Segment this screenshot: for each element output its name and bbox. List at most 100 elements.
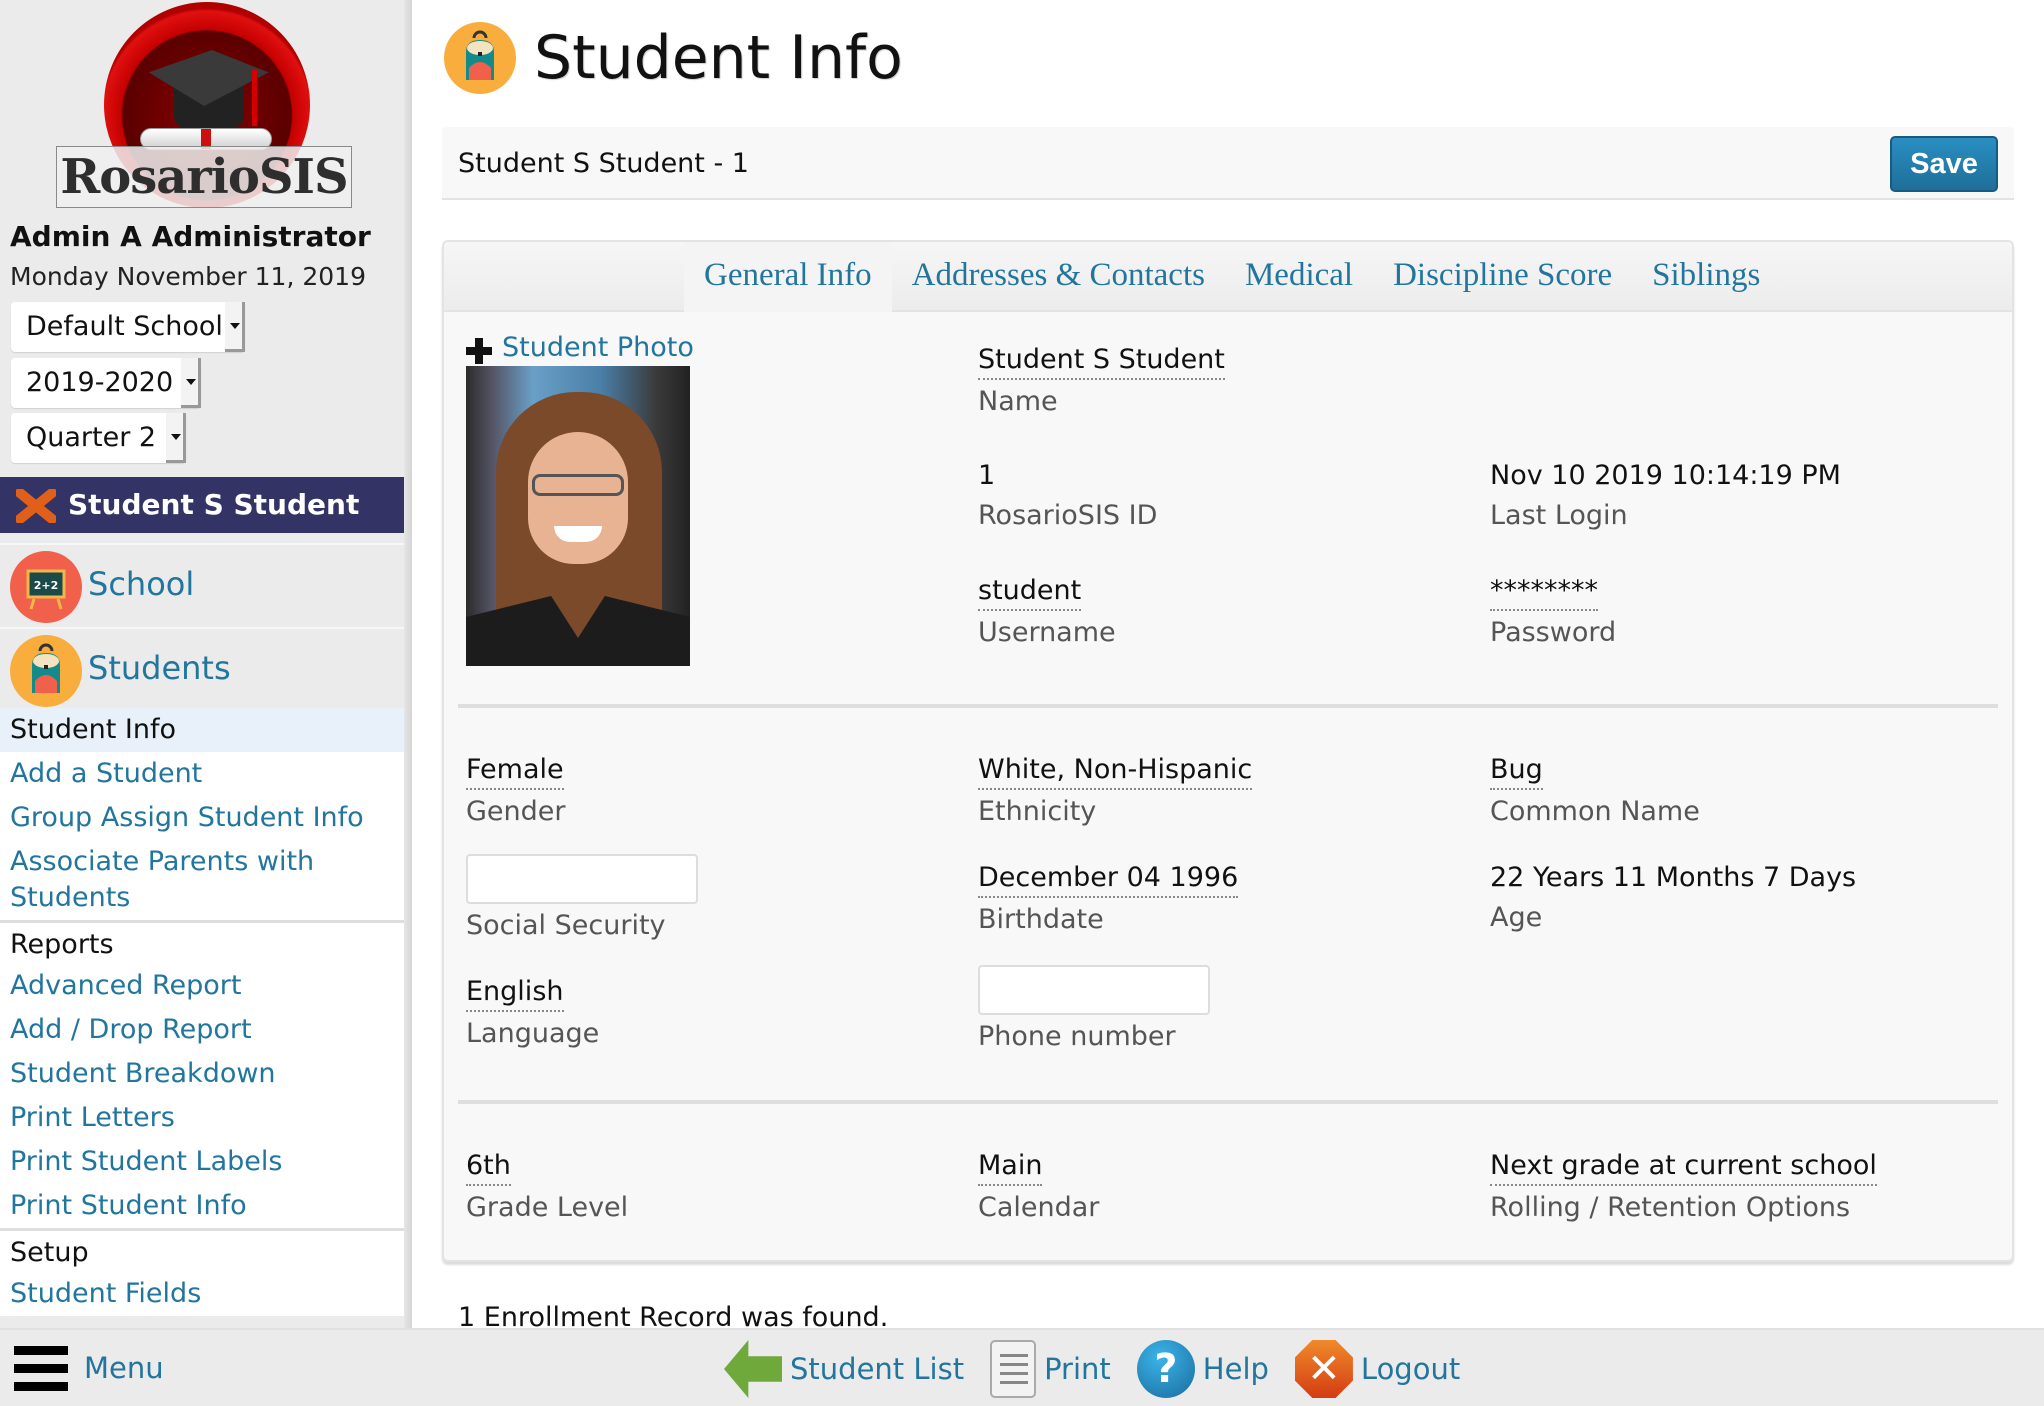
marking-period-select[interactable]: Quarter 2 (11, 413, 186, 463)
student-photo-link-label: Student Photo (502, 332, 694, 363)
sidebar: RosarioSIS Admin A Administrator Monday … (0, 0, 412, 1328)
submenu-add-drop-report[interactable]: Add / Drop Report (0, 1008, 410, 1052)
field-last-login-value: Nov 10 2019 10:14:19 PM (1490, 460, 1841, 491)
help-link[interactable]: ? Help (1136, 1340, 1269, 1398)
field-gender-label: Gender (466, 796, 566, 827)
field-language-value[interactable]: English (466, 974, 564, 1012)
field-calendar-value[interactable]: Main (978, 1148, 1043, 1186)
rosariosis-logo[interactable]: RosarioSIS (56, 0, 354, 210)
field-name-value[interactable]: Student S Student (978, 342, 1225, 380)
field-grade-level-value[interactable]: 6th (466, 1148, 511, 1186)
submenu-print-student-labels[interactable]: Print Student Labels (0, 1140, 410, 1184)
school-year-select[interactable]: 2019-2020 (11, 358, 201, 408)
field-last-login: Nov 10 2019 10:14:19 PM Last Login (1490, 458, 1841, 536)
section-divider (458, 1100, 1998, 1104)
logo-wordmark: RosarioSIS (56, 146, 352, 208)
tassel-icon (252, 70, 257, 126)
field-username-value[interactable]: student (978, 573, 1082, 611)
school-select[interactable]: Default School (11, 302, 245, 352)
field-social-security-label: Social Security (466, 910, 666, 941)
field-last-login-label: Last Login (1490, 500, 1628, 531)
sidebar-module-label: School (88, 565, 195, 603)
field-rosario-id-value: 1 (978, 460, 996, 491)
phone-number-input[interactable] (978, 965, 1210, 1015)
field-rosario-id-label: RosarioSIS ID (978, 500, 1158, 531)
user-name: Admin A Administrator (10, 220, 371, 253)
current-student-bar: Student S Student (0, 477, 410, 533)
social-security-input[interactable] (466, 854, 698, 904)
submenu-group-assign-student-info[interactable]: Group Assign Student Info (0, 796, 410, 840)
logout-icon: ✕ (1294, 1340, 1353, 1398)
footer-links: Student List Print ? Help ✕ Logout (724, 1340, 1486, 1398)
menu-button[interactable]: Menu (14, 1344, 164, 1394)
save-button[interactable]: Save (1890, 136, 1998, 192)
student-header: Student S Student - 1 (458, 148, 749, 179)
close-icon[interactable] (16, 489, 56, 523)
school-select-value: Default School (26, 311, 223, 342)
field-rolling-options: Next grade at current school Rolling / R… (1490, 1148, 1877, 1228)
tab-general-info[interactable]: General Info (684, 242, 892, 312)
field-ethnicity-value[interactable]: White, Non-Hispanic (978, 752, 1253, 790)
tab-discipline-score[interactable]: Discipline Score (1373, 242, 1632, 312)
students-submenu: Student Info Add a Student Group Assign … (0, 708, 410, 1316)
sidebar-module-school[interactable]: 2+2 School (0, 543, 410, 623)
chevron-down-icon (166, 413, 186, 463)
school-year-select-value: 2019-2020 (26, 367, 174, 398)
logout-link[interactable]: ✕ Logout (1294, 1340, 1461, 1398)
field-rolling-options-label: Rolling / Retention Options (1490, 1192, 1851, 1223)
field-common-name-value[interactable]: Bug (1490, 752, 1543, 790)
field-name: Student S Student Name (978, 342, 1225, 422)
submenu-heading-reports: Reports (0, 920, 410, 964)
field-age: 22 Years 11 Months 7 Days Age (1490, 860, 1856, 938)
field-grade-level: 6th Grade Level (466, 1148, 628, 1228)
field-common-name-label: Common Name (1490, 796, 1700, 827)
submenu-print-student-info[interactable]: Print Student Info (0, 1184, 410, 1228)
photo-face (528, 432, 628, 564)
field-phone-label: Phone number (978, 1021, 1176, 1052)
field-gender: Female Gender (466, 752, 566, 832)
field-ethnicity: White, Non-Hispanic Ethnicity (978, 752, 1253, 832)
print-link[interactable]: Print (990, 1340, 1111, 1398)
field-age-label: Age (1490, 902, 1543, 933)
tab-siblings[interactable]: Siblings (1632, 242, 1780, 312)
field-name-label: Name (978, 386, 1058, 417)
logout-label: Logout (1360, 1352, 1461, 1386)
submenu-student-fields[interactable]: Student Fields (0, 1272, 410, 1316)
field-birthdate: December 04 1996 Birthdate (978, 860, 1239, 940)
svg-text:2+2: 2+2 (34, 579, 59, 592)
help-label: Help (1202, 1352, 1269, 1386)
chalkboard-icon: 2+2 (10, 551, 82, 623)
submenu-advanced-report[interactable]: Advanced Report (0, 964, 410, 1008)
sidebar-module-students[interactable]: Students (0, 627, 410, 707)
submenu-student-info[interactable]: Student Info (0, 708, 410, 752)
submenu-associate-parents[interactable]: Associate Parents with Students (0, 840, 330, 920)
backpack-icon (10, 635, 82, 707)
tab-addresses-contacts[interactable]: Addresses & Contacts (892, 242, 1225, 312)
current-date: Monday November 11, 2019 (10, 262, 366, 291)
field-rolling-options-value[interactable]: Next grade at current school (1490, 1148, 1877, 1186)
student-photo (466, 366, 690, 666)
page-title: Student Info (444, 18, 903, 98)
print-icon (990, 1340, 1037, 1398)
back-arrow-icon (724, 1340, 782, 1398)
field-password: ******** Password (1490, 573, 1616, 653)
submenu-student-breakdown[interactable]: Student Breakdown (0, 1052, 410, 1096)
student-list-link[interactable]: Student List (724, 1340, 964, 1398)
plus-icon (466, 338, 492, 364)
field-password-value[interactable]: ******** (1490, 573, 1598, 611)
marking-period-select-value: Quarter 2 (26, 422, 157, 453)
field-birthdate-value[interactable]: December 04 1996 (978, 860, 1239, 898)
submenu-heading-setup: Setup (0, 1228, 410, 1272)
tab-medical[interactable]: Medical (1225, 242, 1373, 312)
field-language: English Language (466, 974, 599, 1054)
student-photo-link[interactable]: Student Photo (466, 332, 694, 364)
field-gender-value[interactable]: Female (466, 752, 564, 790)
field-password-label: Password (1490, 617, 1617, 648)
submenu-add-a-student[interactable]: Add a Student (0, 752, 410, 796)
field-age-value: 22 Years 11 Months 7 Days (1490, 862, 1857, 893)
submenu-print-letters[interactable]: Print Letters (0, 1096, 410, 1140)
section-divider (458, 704, 1998, 708)
chevron-down-icon (181, 358, 201, 408)
student-list-label: Student List (790, 1352, 965, 1386)
photo-glasses (532, 474, 624, 496)
